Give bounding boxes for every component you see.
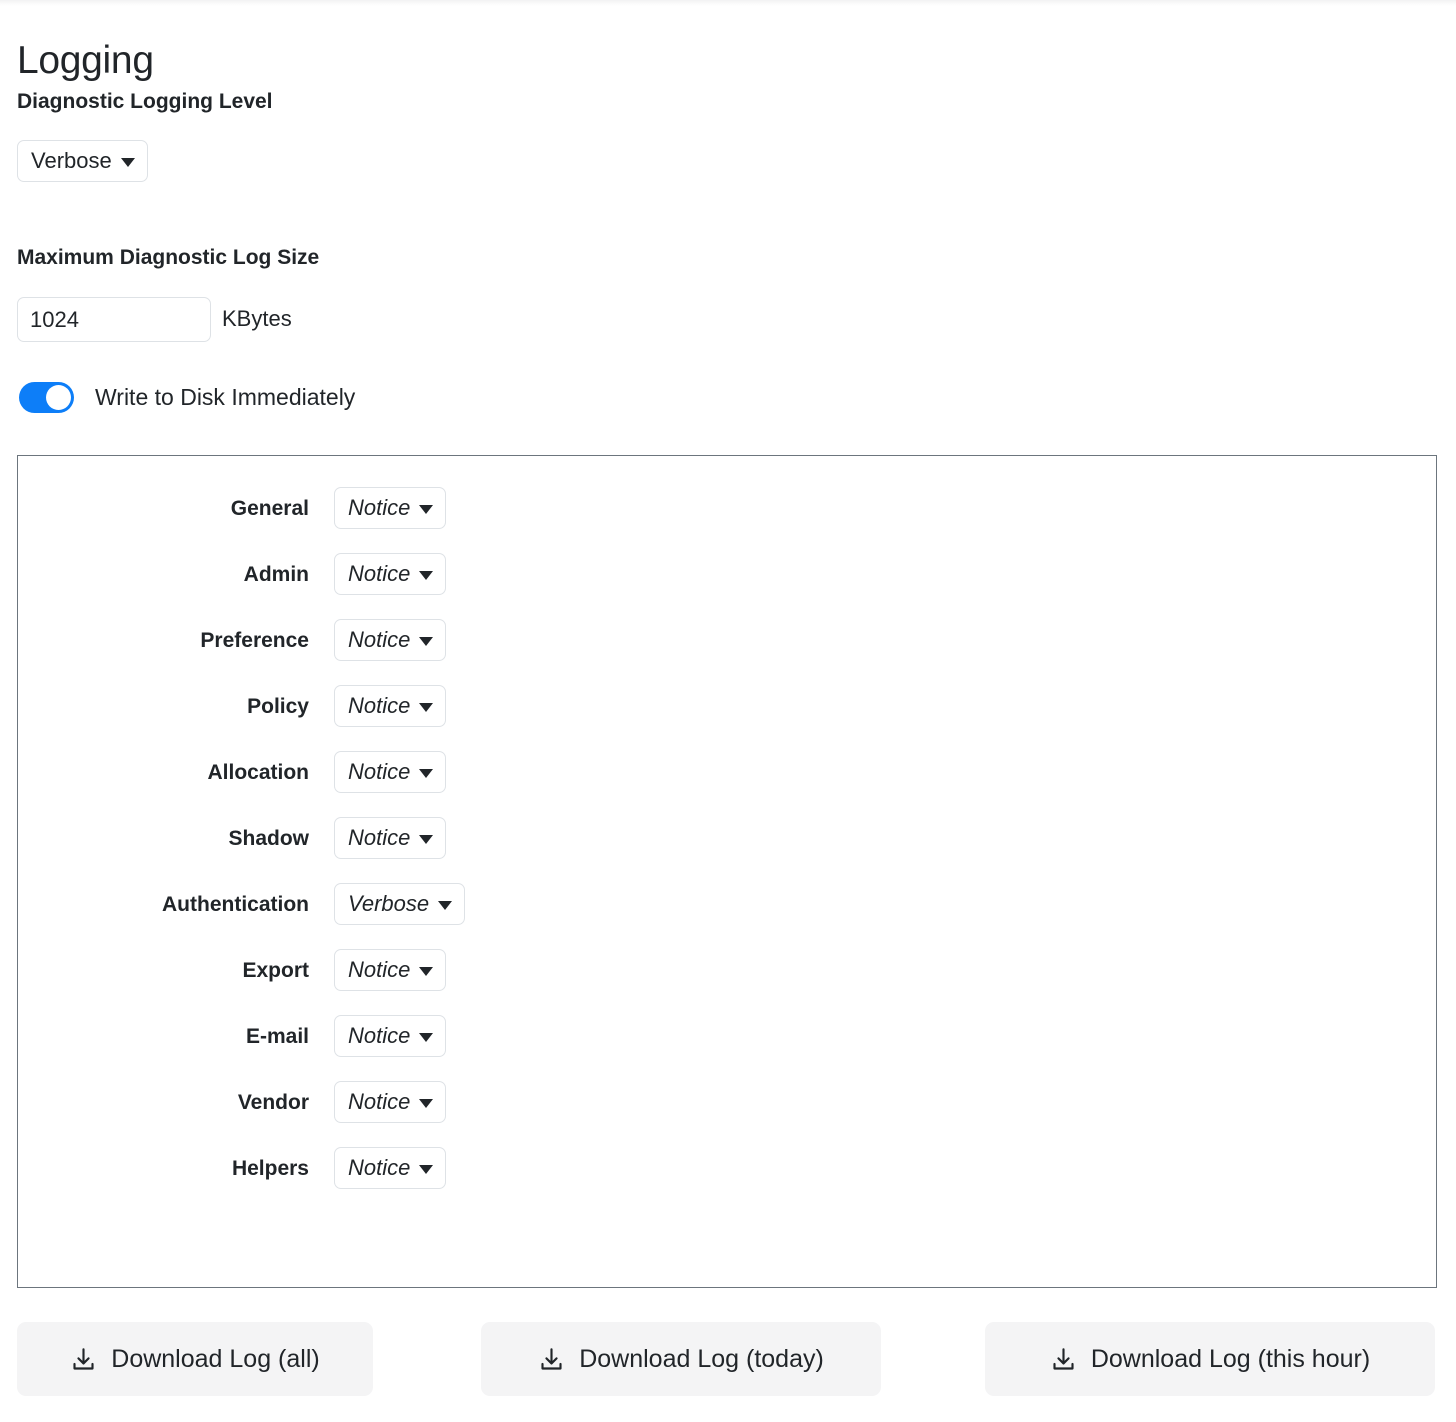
- diagnostic-level-label: Diagnostic Logging Level: [17, 89, 273, 114]
- log-category-row: Vendor Notice: [18, 1079, 1436, 1125]
- log-category-row: Admin Notice: [18, 551, 1436, 597]
- log-categories-panel: General Notice Admin Notice Preference Notice…: [17, 455, 1437, 1288]
- log-category-row: E-mail Notice: [18, 1013, 1436, 1059]
- log-category-level-value: Notice: [348, 957, 410, 983]
- diagnostic-level-value: Verbose: [31, 148, 112, 174]
- max-log-size-label: Maximum Diagnostic Log Size: [17, 245, 319, 270]
- toggle-knob: [46, 385, 71, 410]
- log-category-row: Export Notice: [18, 947, 1436, 993]
- download-icon: [1050, 1346, 1077, 1373]
- log-categories-list: General Notice Admin Notice Preference Notice…: [18, 485, 1436, 1211]
- log-category-level-select[interactable]: Notice: [334, 553, 446, 595]
- log-category-label: Allocation: [18, 760, 334, 785]
- log-category-label: Vendor: [18, 1090, 334, 1115]
- chevron-down-icon: [121, 158, 135, 167]
- chevron-down-icon: [419, 835, 433, 844]
- chevron-down-icon: [419, 637, 433, 646]
- log-category-label: Policy: [18, 694, 334, 719]
- log-category-level-select[interactable]: Notice: [334, 1015, 446, 1057]
- log-category-level-value: Notice: [348, 627, 410, 653]
- log-category-row: Helpers Notice: [18, 1145, 1436, 1191]
- log-category-level-value: Notice: [348, 495, 410, 521]
- log-category-label: Helpers: [18, 1156, 334, 1181]
- log-category-level-value: Notice: [348, 759, 410, 785]
- chevron-down-icon: [419, 967, 433, 976]
- download-icon: [538, 1346, 565, 1373]
- log-category-level-value: Notice: [348, 561, 410, 587]
- window-top-edge: [0, 0, 1456, 6]
- log-category-level-value: Notice: [348, 825, 410, 851]
- max-log-size-units: KBytes: [222, 306, 292, 332]
- download-log-hour-button[interactable]: Download Log (this hour): [985, 1322, 1435, 1396]
- download-icon: [70, 1346, 97, 1373]
- download-buttons-row: Download Log (all) Download Log (today) …: [17, 1322, 1437, 1396]
- chevron-down-icon: [419, 571, 433, 580]
- log-category-level-select[interactable]: Notice: [334, 487, 446, 529]
- log-category-level-value: Notice: [348, 693, 410, 719]
- write-to-disk-toggle[interactable]: [19, 382, 74, 413]
- log-category-label: Authentication: [18, 892, 334, 917]
- log-category-label: Admin: [18, 562, 334, 587]
- log-category-label: Shadow: [18, 826, 334, 851]
- log-category-level-select[interactable]: Notice: [334, 817, 446, 859]
- page-title: Logging: [17, 38, 154, 84]
- log-category-level-select[interactable]: Notice: [334, 1081, 446, 1123]
- log-category-row: Allocation Notice: [18, 749, 1436, 795]
- log-category-row: Policy Notice: [18, 683, 1436, 729]
- log-category-level-value: Verbose: [348, 891, 429, 917]
- write-to-disk-label: Write to Disk Immediately: [95, 384, 355, 411]
- log-category-row: Preference Notice: [18, 617, 1436, 663]
- chevron-down-icon: [419, 703, 433, 712]
- log-category-level-value: Notice: [348, 1089, 410, 1115]
- chevron-down-icon: [419, 1033, 433, 1042]
- write-to-disk-row: Write to Disk Immediately: [19, 382, 355, 413]
- max-log-size-input[interactable]: [17, 297, 211, 342]
- chevron-down-icon: [438, 901, 452, 910]
- chevron-down-icon: [419, 1165, 433, 1174]
- log-category-level-value: Notice: [348, 1155, 410, 1181]
- log-category-level-value: Notice: [348, 1023, 410, 1049]
- chevron-down-icon: [419, 505, 433, 514]
- download-log-today-label: Download Log (today): [579, 1345, 824, 1374]
- log-category-level-select[interactable]: Notice: [334, 751, 446, 793]
- log-category-row: Shadow Notice: [18, 815, 1436, 861]
- download-log-hour-label: Download Log (this hour): [1091, 1345, 1370, 1374]
- log-category-level-select[interactable]: Notice: [334, 685, 446, 727]
- chevron-down-icon: [419, 1099, 433, 1108]
- log-category-row: General Notice: [18, 485, 1436, 531]
- log-category-label: E-mail: [18, 1024, 334, 1049]
- log-category-label: Export: [18, 958, 334, 983]
- log-category-level-select[interactable]: Notice: [334, 619, 446, 661]
- download-log-today-button[interactable]: Download Log (today): [481, 1322, 881, 1396]
- log-category-row: Authentication Verbose: [18, 881, 1436, 927]
- log-category-level-select[interactable]: Verbose: [334, 883, 465, 925]
- download-log-all-button[interactable]: Download Log (all): [17, 1322, 373, 1396]
- chevron-down-icon: [419, 769, 433, 778]
- log-category-label: Preference: [18, 628, 334, 653]
- log-category-level-select[interactable]: Notice: [334, 1147, 446, 1189]
- log-category-label: General: [18, 496, 334, 521]
- download-log-all-label: Download Log (all): [111, 1345, 319, 1374]
- log-category-level-select[interactable]: Notice: [334, 949, 446, 991]
- diagnostic-level-select[interactable]: Verbose: [17, 140, 148, 182]
